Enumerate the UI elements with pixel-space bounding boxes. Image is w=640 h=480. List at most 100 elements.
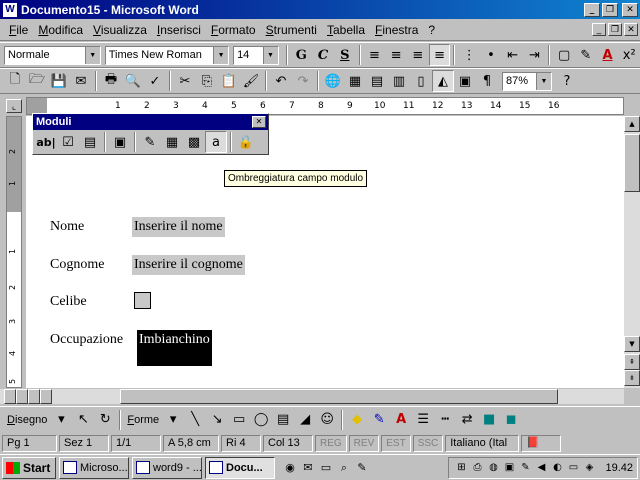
font-select[interactable]: Times New Roman ▼ <box>104 45 230 65</box>
checkbox-field-icon[interactable]: ☑ <box>57 131 79 153</box>
text-box-icon[interactable]: ▤ <box>272 409 294 431</box>
line-style-icon[interactable]: ☰ <box>412 409 434 431</box>
doc-restore-button[interactable]: ❐ <box>608 23 622 36</box>
free-rotate-icon[interactable]: ↻ <box>94 409 116 431</box>
chevron-down-icon[interactable]: ▼ <box>536 72 551 90</box>
scroll-down-icon[interactable]: ▼ <box>624 336 640 352</box>
menu-strumenti[interactable]: Strumenti <box>261 23 322 37</box>
draw-table-icon[interactable]: ✎ <box>139 131 161 153</box>
arrow-style-icon[interactable]: ⇄ <box>456 409 478 431</box>
fill-color-icon[interactable]: ◆ <box>346 409 368 431</box>
italic-button[interactable]: C <box>312 44 334 66</box>
menu-tabella[interactable]: Tabella <box>322 23 370 37</box>
word-icon[interactable]: W <box>3 2 17 17</box>
text-field-button[interactable]: ab| <box>35 131 57 153</box>
drawing-icon[interactable]: ◭ <box>432 70 454 92</box>
notes-icon[interactable]: ✎ <box>353 459 371 477</box>
superscript-icon[interactable]: x² <box>618 44 640 66</box>
tab-selector[interactable]: ⌞ <box>6 99 22 113</box>
outline-view-icon[interactable] <box>40 389 52 404</box>
chevron-down-icon[interactable]: ▼ <box>262 46 278 64</box>
decrease-indent-icon[interactable]: ⇤ <box>502 44 524 66</box>
status-rev[interactable]: REV <box>348 434 380 452</box>
status-rec[interactable]: REG <box>315 434 347 452</box>
scroll-thumb[interactable] <box>624 134 640 192</box>
scroll-up-icon[interactable]: ▲ <box>624 116 640 132</box>
arrow-icon[interactable]: ↘ <box>206 409 228 431</box>
single-checkbox[interactable] <box>134 292 151 309</box>
style-select[interactable]: Normale ▼ <box>4 45 101 65</box>
shadow-icon[interactable]: ■ <box>478 409 500 431</box>
search-icon[interactable]: ⌕ <box>335 459 353 477</box>
undo-icon[interactable]: ↶ <box>270 70 292 92</box>
printer-icon[interactable]: ⎙ <box>469 460 485 476</box>
insert-table-icon[interactable]: ▤ <box>366 70 388 92</box>
tables-borders-icon[interactable]: ▦ <box>344 70 366 92</box>
bullet-list-icon[interactable]: • <box>480 44 502 66</box>
clip-icon[interactable]: ✎ <box>517 460 533 476</box>
document-map-icon[interactable]: ▣ <box>454 70 476 92</box>
folder-icon[interactable]: ▭ <box>565 460 581 476</box>
line-color-icon[interactable]: ✎ <box>368 409 390 431</box>
insert-excel-icon[interactable]: ▥ <box>388 70 410 92</box>
lock-icon[interactable]: 🔒 <box>235 131 257 153</box>
task-button[interactable]: Microso... <box>59 456 129 479</box>
bold-button[interactable]: G <box>291 44 313 66</box>
columns-icon[interactable]: ▯ <box>410 70 432 92</box>
minimize-button[interactable]: _ <box>584 2 600 17</box>
antivirus-icon[interactable]: ◐ <box>549 460 565 476</box>
close-button[interactable]: ✕ <box>622 2 638 17</box>
rectangle-icon[interactable]: ▭ <box>228 409 250 431</box>
save-icon[interactable]: 💾 <box>48 70 70 92</box>
job-dropdown-field[interactable]: Imbianchino <box>137 330 212 366</box>
clip-art-icon[interactable]: ☺ <box>316 409 338 431</box>
web-view-icon[interactable] <box>16 389 28 404</box>
menu-inserisci[interactable]: Inserisci <box>152 23 206 37</box>
align-right-icon[interactable]: ≡ <box>407 44 429 66</box>
prev-page-icon[interactable]: ⇞ <box>624 354 640 370</box>
print-icon[interactable]: 🖶 <box>100 70 122 92</box>
menu-finestra[interactable]: Finestra <box>370 23 423 37</box>
wordart-icon[interactable]: ◢ <box>294 409 316 431</box>
start-button[interactable]: Start <box>2 456 56 479</box>
normal-view-icon[interactable] <box>4 389 16 404</box>
justify-icon[interactable]: ≡ <box>428 44 451 66</box>
globe-icon[interactable]: ◍ <box>485 460 501 476</box>
doc-close-button[interactable]: ✕ <box>624 23 638 36</box>
horizontal-scroll-thumb[interactable] <box>120 389 558 404</box>
font-color-icon[interactable]: A <box>597 44 619 66</box>
task-button[interactable]: word9 - ... <box>132 456 202 479</box>
chevron-down-icon[interactable]: ▼ <box>84 46 100 64</box>
menu-help[interactable]: ? <box>423 23 440 37</box>
align-center-icon[interactable]: ≡ <box>385 44 407 66</box>
underline-button[interactable]: S <box>334 44 356 66</box>
numbered-list-icon[interactable]: ⋮ <box>458 44 480 66</box>
document-page[interactable]: Nome Inserire il nome Cognome Inserire i… <box>26 116 624 388</box>
print-preview-icon[interactable]: 🔍 <box>122 70 144 92</box>
menu-visualizza[interactable]: Visualizza <box>88 23 152 37</box>
copy-icon[interactable]: ⎘ <box>196 70 218 92</box>
borders-icon[interactable]: ▢ <box>553 44 575 66</box>
forms-toolbar-titlebar[interactable]: Moduli ✕ <box>33 114 268 130</box>
browser-icon[interactable]: ◉ <box>281 459 299 477</box>
menu-formato[interactable]: Formato <box>206 23 261 37</box>
line-icon[interactable]: ╲ <box>184 409 206 431</box>
show-hide-icon[interactable]: ¶ <box>476 70 498 92</box>
email-icon[interactable]: ✉ <box>70 70 92 92</box>
3d-icon[interactable]: ◼ <box>500 409 522 431</box>
volume-icon[interactable]: ◀ <box>533 460 549 476</box>
network-icon[interactable]: ⊞ <box>453 460 469 476</box>
align-left-icon[interactable]: ≡ <box>364 44 386 66</box>
zoom-select[interactable]: 87% ▼ <box>502 71 552 91</box>
name-text-field[interactable]: Inserire il nome <box>132 217 225 237</box>
monitor-icon[interactable]: ▣ <box>501 460 517 476</box>
insert-table-icon[interactable]: ▦ <box>161 131 183 153</box>
field-shading-icon[interactable]: a <box>205 131 227 153</box>
status-ovr[interactable]: SSC <box>412 434 444 452</box>
autoshapes-button[interactable]: Forme <box>124 414 162 426</box>
chevron-down-icon[interactable]: ▾ <box>162 409 184 431</box>
horizontal-scrollbar[interactable] <box>0 388 624 404</box>
chevron-down-icon[interactable]: ▼ <box>213 46 229 64</box>
status-ext[interactable]: EST <box>381 434 411 452</box>
desktop-icon[interactable]: ▭ <box>317 459 335 477</box>
